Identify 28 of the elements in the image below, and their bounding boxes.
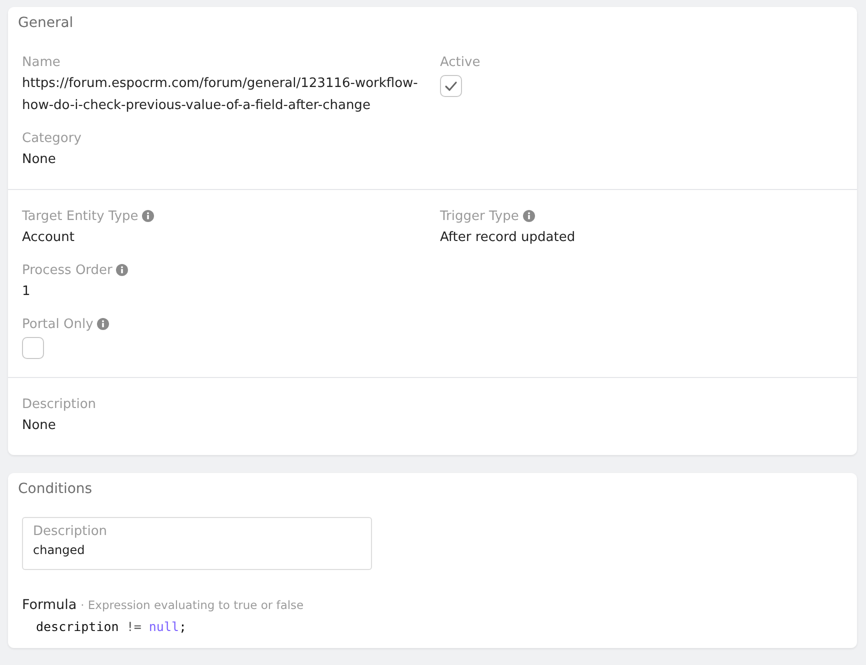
field-value: None xyxy=(22,151,57,169)
formula-label: Formula xyxy=(22,597,77,613)
field-label: Active xyxy=(440,54,480,70)
info-icon[interactable] xyxy=(97,318,110,330)
checkbox[interactable] xyxy=(22,337,44,359)
check-icon xyxy=(444,80,458,92)
info-icon[interactable] xyxy=(522,210,535,222)
field-label: Portal Only xyxy=(22,316,94,332)
field-label: Name xyxy=(22,54,60,70)
field-value: Account xyxy=(22,229,76,247)
panel-title: Conditions xyxy=(17,480,94,499)
field-label: Description xyxy=(22,396,96,412)
info-icon[interactable] xyxy=(142,210,154,222)
field-value: https://forum.espocrm.com/forum/general/123116-workflow-how-do-i-check-previous-value-of-a-field-after-change xyxy=(22,75,419,115)
formula-hint: · Expression evaluating to true or false xyxy=(80,598,304,612)
checkbox[interactable] xyxy=(440,75,462,97)
info-icon[interactable] xyxy=(116,264,128,276)
field-label: Category xyxy=(22,130,82,146)
description-value: changed xyxy=(33,543,86,557)
formula-code: description != null; xyxy=(35,618,188,634)
panel-title: General xyxy=(17,14,74,33)
field-value: 1 xyxy=(22,283,32,301)
field-label: Process Order xyxy=(22,262,112,278)
description-label: Description xyxy=(33,524,108,539)
field-label: Trigger Type xyxy=(440,208,519,224)
field-value: After record updated xyxy=(440,229,576,247)
field-label: Target Entity Type xyxy=(22,208,138,224)
field-value: None xyxy=(22,417,57,435)
